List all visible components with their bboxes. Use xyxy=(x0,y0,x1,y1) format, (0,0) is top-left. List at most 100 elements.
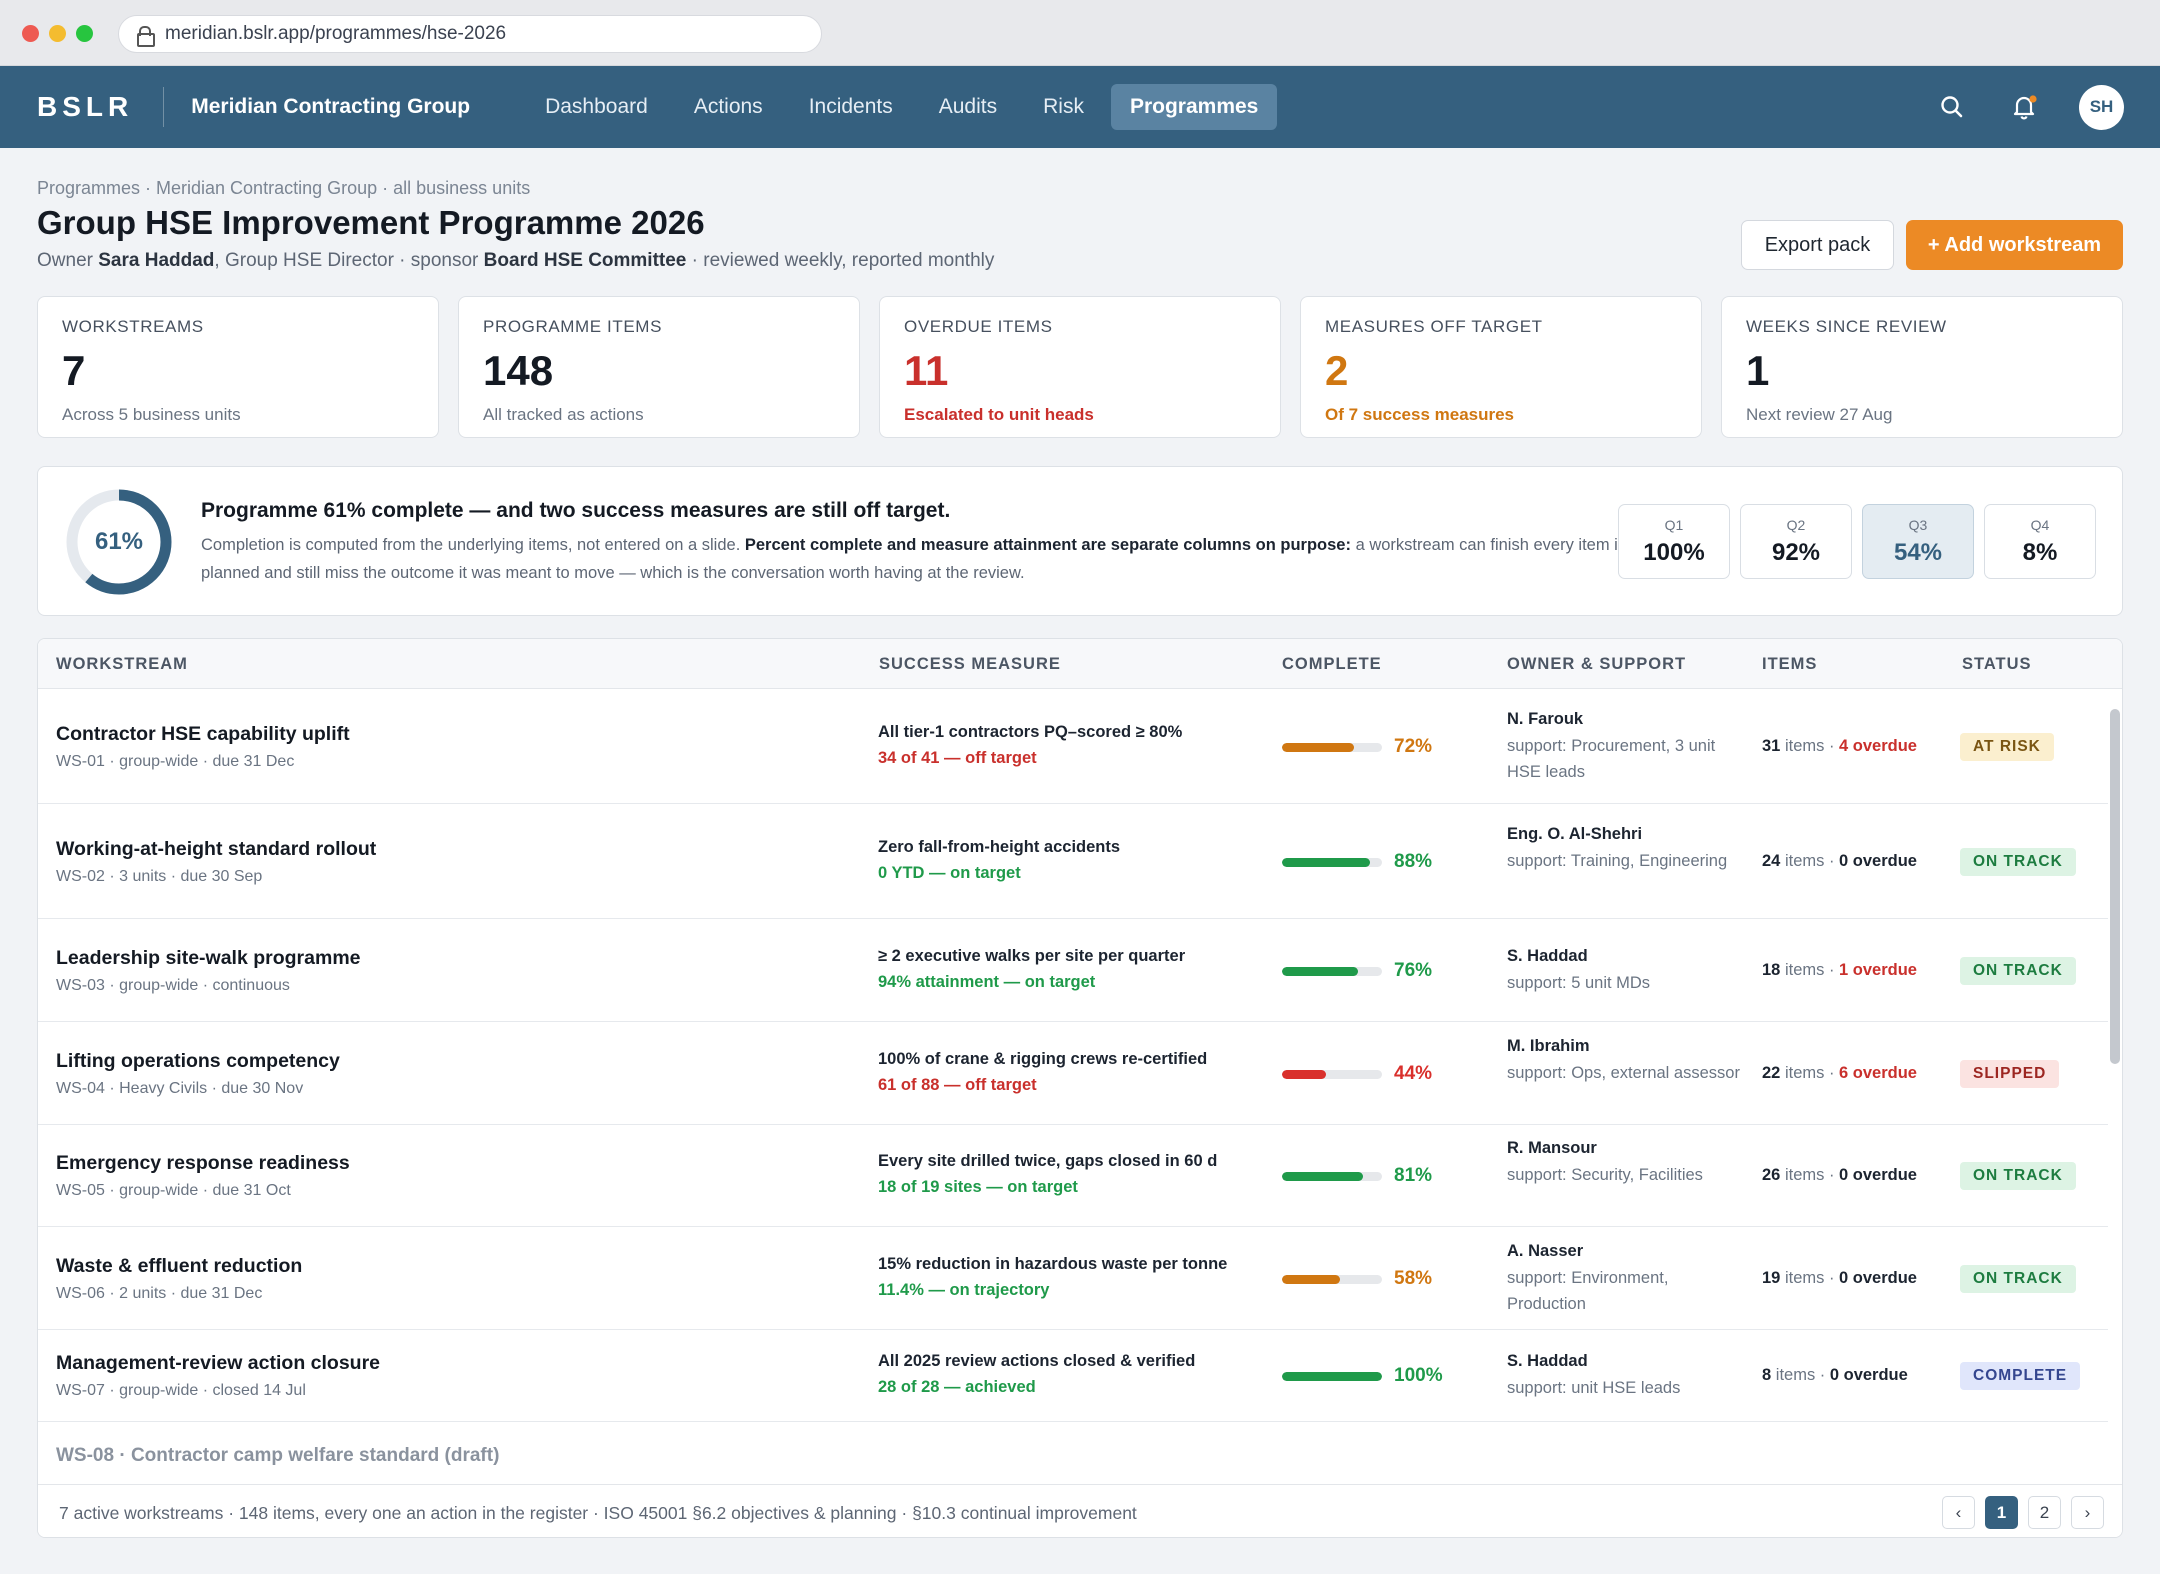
quarter-tile-q2[interactable]: Q2 92% xyxy=(1740,504,1852,579)
nav-divider xyxy=(163,87,165,127)
nav-incidents[interactable]: Incidents xyxy=(790,84,912,130)
table-footer: 7 active workstreams · 148 items, every … xyxy=(38,1484,2122,1537)
workstream-name[interactable]: Leadership site-walk programme xyxy=(56,947,361,970)
quarter-tile-q3[interactable]: Q3 54% xyxy=(1862,504,1974,579)
workstream-meta: WS-07 · group-wide · closed 14 Jul xyxy=(56,1382,306,1399)
workstream-name[interactable]: Emergency response readiness xyxy=(56,1152,350,1175)
draft-workstream-row[interactable]: WS-08 · Contractor camp welfare standard… xyxy=(56,1445,499,1467)
measure-status: 0 YTD — on target xyxy=(878,863,1021,882)
pagination-page-1[interactable]: 1 xyxy=(1985,1496,2018,1529)
nav-risk[interactable]: Risk xyxy=(1024,84,1103,130)
owner-support: support: 5 unit MDs xyxy=(1507,973,1651,992)
organisation-name[interactable]: Meridian Contracting Group xyxy=(191,95,470,119)
items-cell[interactable]: 18 items · 1 overdue xyxy=(1762,961,1917,980)
owner-name[interactable]: A. Nasser xyxy=(1507,1242,1747,1261)
search-icon[interactable] xyxy=(1935,90,1969,124)
workstream-cell[interactable]: Contractor HSE capability uplift WS-01 · … xyxy=(56,723,350,771)
workstream-name[interactable]: Waste & effluent reduction xyxy=(56,1255,302,1278)
table-row[interactable]: Waste & effluent reduction WS-06 · 2 unit… xyxy=(38,1227,2108,1330)
workstream-cell[interactable]: Emergency response readiness WS-05 · grou… xyxy=(56,1152,350,1200)
column-header-owner-support[interactable]: OWNER & SUPPORT xyxy=(1507,655,1686,674)
column-header-workstream[interactable]: WORKSTREAM xyxy=(56,655,188,674)
workstream-cell[interactable]: Management-review action closure WS-07 · … xyxy=(56,1352,380,1400)
nav-dashboard[interactable]: Dashboard xyxy=(526,84,667,130)
completion-fill xyxy=(1282,1069,1326,1079)
kpi-note: Escalated to unit heads xyxy=(904,405,1094,424)
items-cell[interactable]: 24 items · 0 overdue xyxy=(1762,852,1917,871)
owner-name[interactable]: S. Haddad xyxy=(1507,1352,1747,1371)
add-workstream-button[interactable]: + Add workstream xyxy=(1906,220,2123,270)
table-row[interactable]: Emergency response readiness WS-05 · grou… xyxy=(38,1125,2108,1227)
window-maximize-button[interactable] xyxy=(76,25,93,42)
quarter-tile-q1[interactable]: Q1 100% xyxy=(1618,504,1730,579)
bell-icon[interactable] xyxy=(2007,90,2041,124)
app-logo[interactable]: BSLR xyxy=(37,91,133,123)
items-cell[interactable]: 26 items · 0 overdue xyxy=(1762,1166,1917,1185)
nav-actions[interactable]: Actions xyxy=(675,84,782,130)
column-header-success-measure[interactable]: SUCCESS MEASURE xyxy=(879,655,1061,674)
window-minimize-button[interactable] xyxy=(49,25,66,42)
user-avatar[interactable]: SH xyxy=(2079,84,2124,130)
workstream-name[interactable]: Management-review action closure xyxy=(56,1352,380,1375)
overdue-count: 0 overdue xyxy=(1829,1366,1908,1384)
items-cell[interactable]: 31 items · 4 overdue xyxy=(1762,737,1917,756)
window-close-button[interactable] xyxy=(22,25,39,42)
items-separator: items · xyxy=(1780,1268,1840,1287)
export-pack-button[interactable]: Export pack xyxy=(1741,220,1894,270)
items-cell[interactable]: 22 items · 6 overdue xyxy=(1762,1064,1917,1083)
owner-cell: S. Haddad support: unit HSE leads xyxy=(1507,1352,1747,1401)
overdue-count: 0 overdue xyxy=(1839,1268,1917,1287)
owner-name[interactable]: R. Mansour xyxy=(1507,1139,1747,1158)
items-cell[interactable]: 8 items · 0 overdue xyxy=(1762,1366,1908,1385)
workstream-cell[interactable]: Leadership site-walk programme WS-03 · gr… xyxy=(56,947,361,995)
measure-status: 61 of 88 — off target xyxy=(878,1075,1037,1094)
items-count: 8 xyxy=(1762,1366,1772,1384)
subtitle-owner-prefix: Owner xyxy=(37,250,99,271)
owner-name[interactable]: M. Ibrahim xyxy=(1507,1037,1747,1056)
success-measure: Every site drilled twice, gaps closed in… xyxy=(878,1152,1218,1170)
column-header-status[interactable]: STATUS xyxy=(1962,655,2032,674)
quarter-label: Q2 xyxy=(1786,517,1806,533)
column-header-complete[interactable]: COMPLETE xyxy=(1282,655,1382,674)
kpi-workstreams[interactable]: WORKSTREAMS 7 Across 5 business units xyxy=(37,296,439,438)
scrollbar-thumb[interactable] xyxy=(2110,709,2120,1064)
kpi-measures-off-target[interactable]: MEASURES OFF TARGET 2 Of 7 success measu… xyxy=(1300,296,1702,438)
kpi-note: Across 5 business units xyxy=(62,405,241,424)
column-header-items[interactable]: ITEMS xyxy=(1762,655,1817,674)
items-cell[interactable]: 19 items · 0 overdue xyxy=(1762,1269,1917,1288)
workstream-name[interactable]: Lifting operations competency xyxy=(56,1050,340,1073)
workstream-cell[interactable]: Working-at-height standard rollout WS-02 … xyxy=(56,838,376,886)
quarter-tile-q4[interactable]: Q4 8% xyxy=(1984,504,2096,579)
address-bar[interactable]: meridian.bslr.app/programmes/hse-2026 xyxy=(118,15,822,53)
owner-name[interactable]: N. Farouk xyxy=(1507,710,1747,729)
breadcrumb[interactable]: Programmes · Meridian Contracting Group … xyxy=(37,178,530,199)
success-measure: 15% reduction in hazardous waste per ton… xyxy=(878,1254,1228,1273)
pagination-page-2[interactable]: 2 xyxy=(2028,1496,2061,1529)
table-row[interactable]: Leadership site-walk programme WS-03 · gr… xyxy=(38,919,2108,1022)
workstream-cell[interactable]: Lifting operations competency WS-04 · Hea… xyxy=(56,1050,340,1098)
owner-name[interactable]: Eng. O. Al-Shehri xyxy=(1507,825,1747,844)
banner-text-intro: Completion is computed from the underlyi… xyxy=(201,536,745,554)
kpi-programme-items[interactable]: PROGRAMME ITEMS 148 All tracked as actio… xyxy=(458,296,860,438)
table-row[interactable]: Lifting operations competency WS-04 · Hea… xyxy=(38,1022,2108,1125)
nav-programmes[interactable]: Programmes xyxy=(1110,84,1278,130)
owner-name[interactable]: S. Haddad xyxy=(1507,947,1747,966)
table-row[interactable]: Management-review action closure WS-07 · … xyxy=(38,1330,2108,1422)
nav-audits[interactable]: Audits xyxy=(920,84,1016,130)
status-badge: ON TRACK xyxy=(1960,956,2076,985)
table-row[interactable]: Working-at-height standard rollout WS-02 … xyxy=(38,804,2108,919)
kpi-weeks-since-review[interactable]: WEEKS SINCE REVIEW 1 Next review 27 Aug xyxy=(1721,296,2123,438)
kpi-cards: WORKSTREAMS 7 Across 5 business units PR… xyxy=(37,296,2123,438)
workstream-cell[interactable]: Waste & effluent reduction WS-06 · 2 unit… xyxy=(56,1255,302,1303)
pagination-next-button[interactable]: › xyxy=(2071,1496,2104,1529)
table-row[interactable]: Contractor HSE capability uplift WS-01 · … xyxy=(38,689,2108,804)
owner-support: support: unit HSE leads xyxy=(1507,1379,1681,1397)
workstream-name[interactable]: Contractor HSE capability uplift xyxy=(56,723,350,746)
kpi-overdue-items[interactable]: OVERDUE ITEMS 11 Escalated to unit heads xyxy=(879,296,1281,438)
workstream-meta: WS-03 · group-wide · continuous xyxy=(56,976,290,994)
banner-text-emphasis: Percent complete and measure attainment … xyxy=(744,536,1351,554)
completion-bar xyxy=(1282,1069,1382,1079)
workstream-name[interactable]: Working-at-height standard rollout xyxy=(56,838,376,861)
measure-cell: ≥ 2 executive walks per site per quarter… xyxy=(878,947,1185,992)
pagination-prev-button[interactable]: ‹ xyxy=(1942,1496,1975,1529)
